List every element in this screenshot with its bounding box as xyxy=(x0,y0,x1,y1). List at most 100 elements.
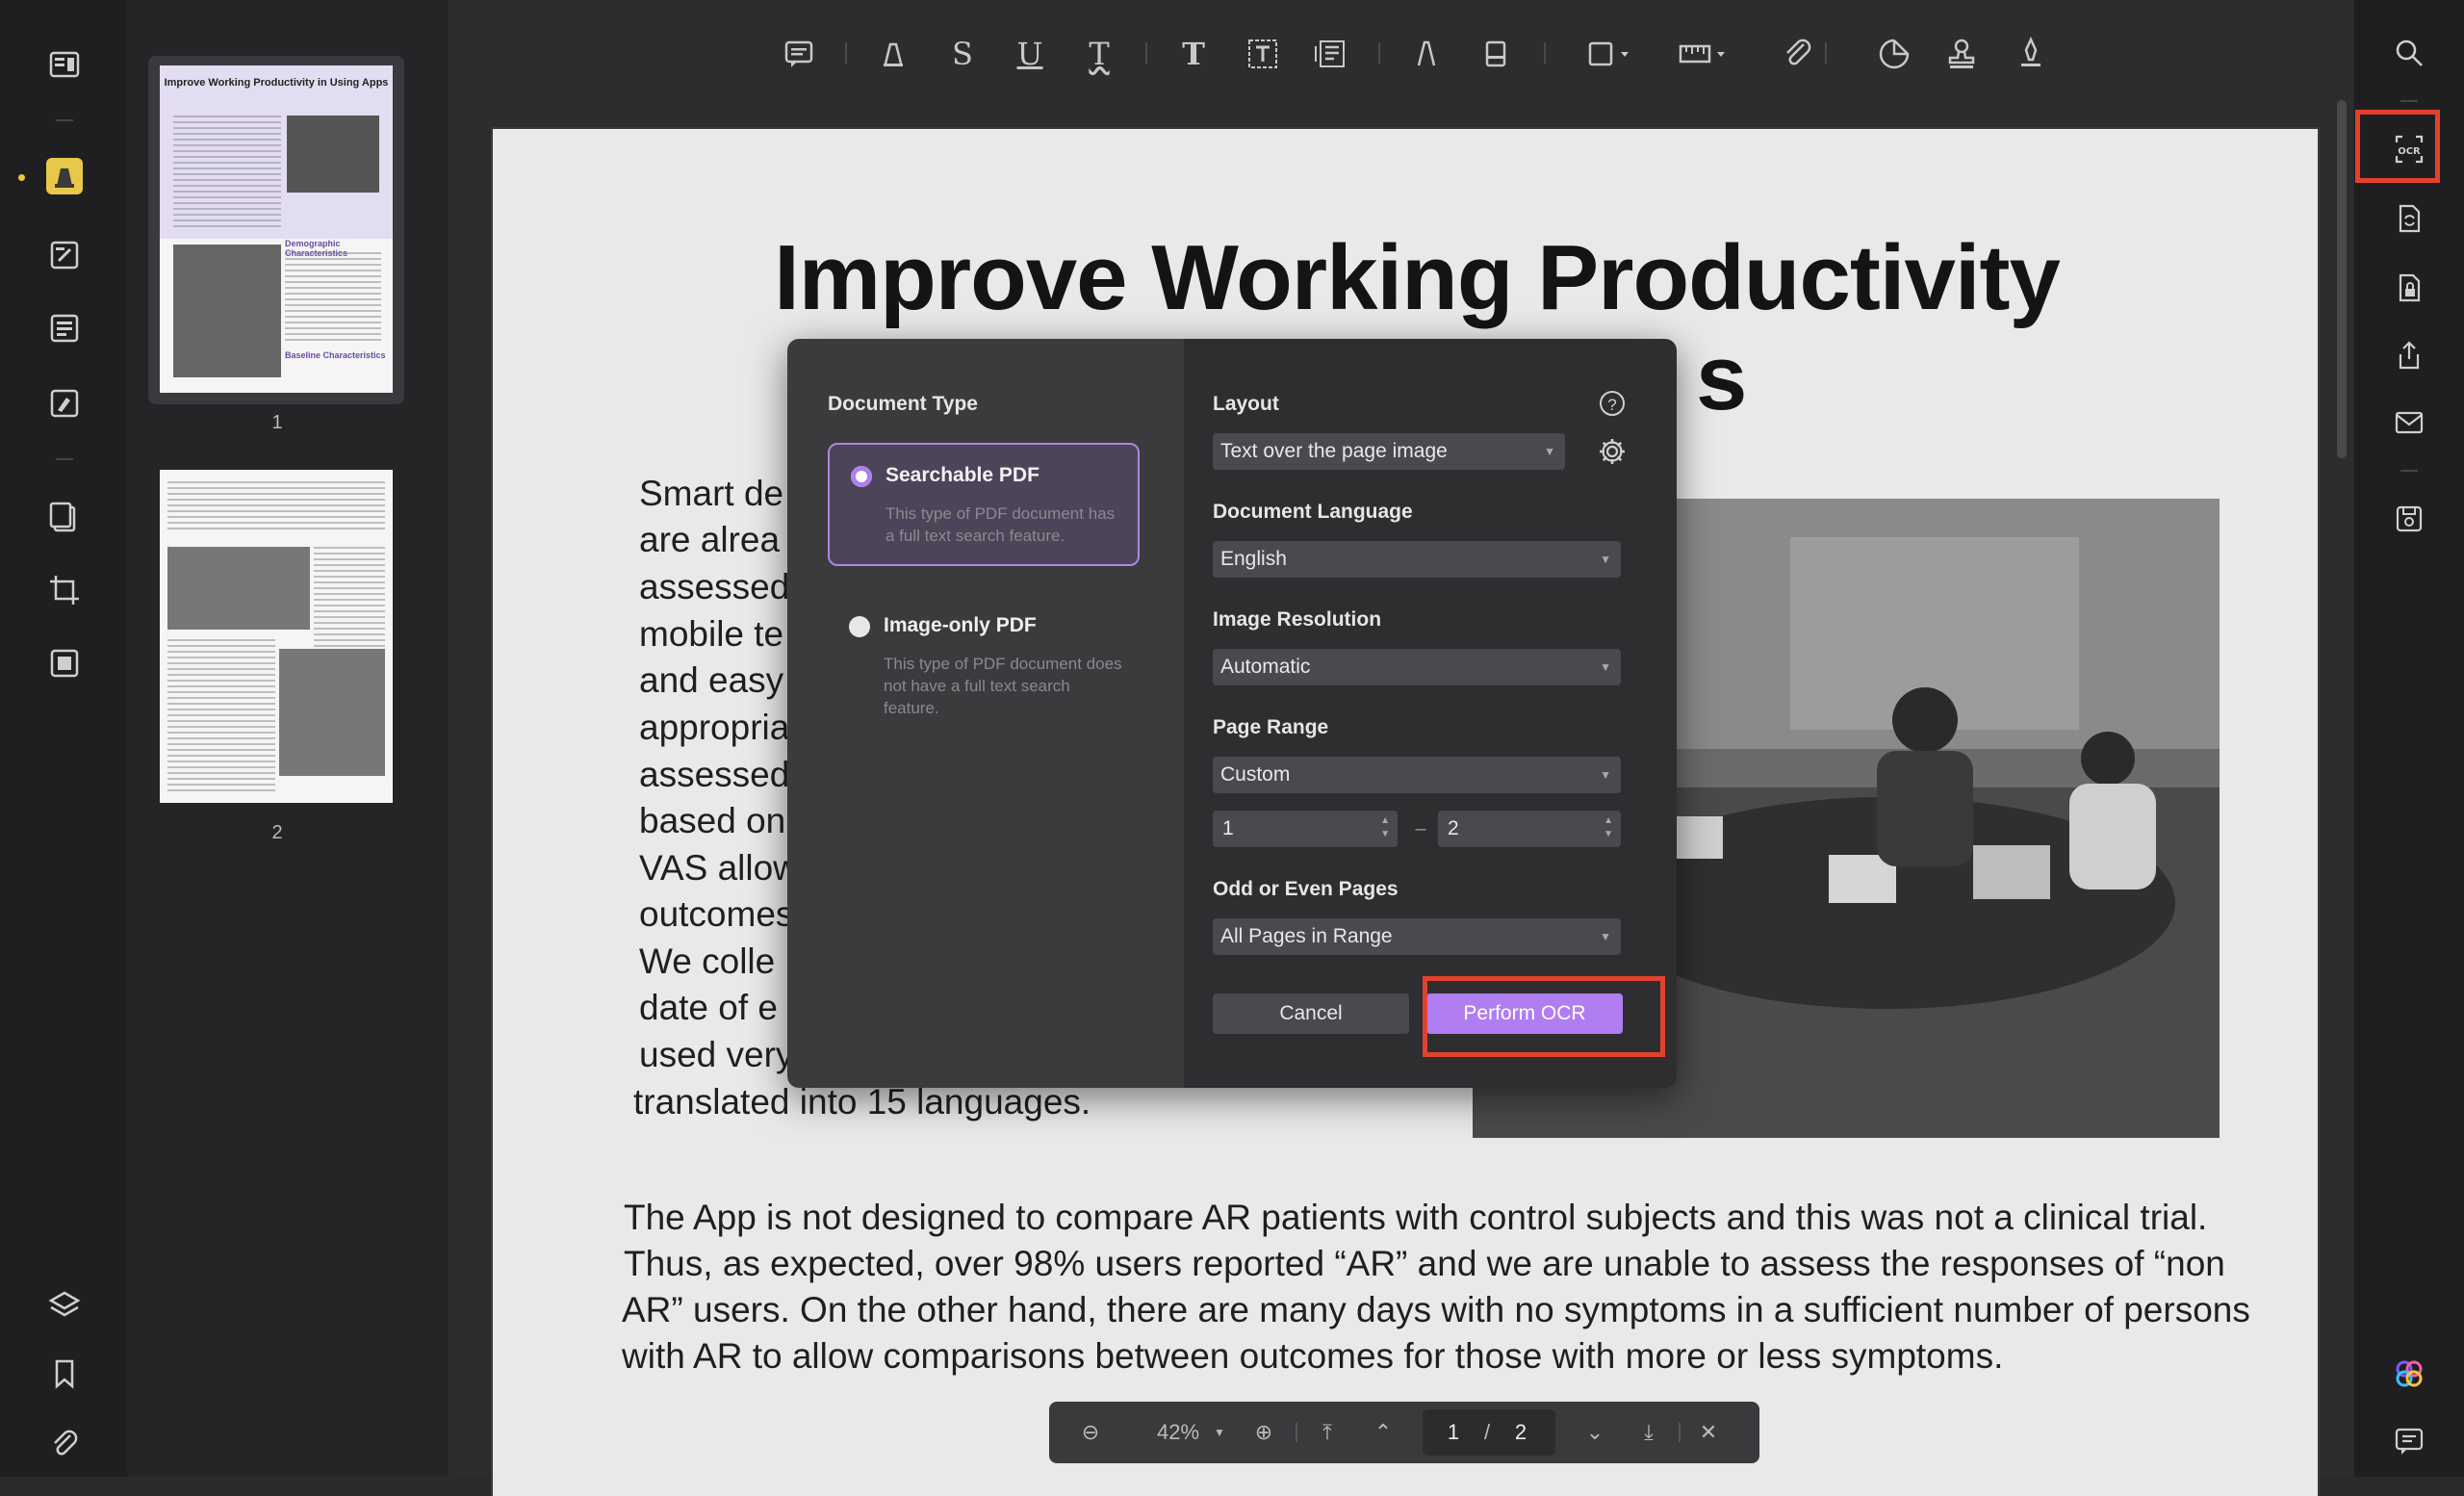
body-line: The App is not designed to compare AR pa… xyxy=(624,1198,2208,1237)
layers-icon[interactable] xyxy=(46,1286,83,1323)
body-line: Thus, as expected, over 98% users report… xyxy=(624,1244,2225,1283)
cancel-button[interactable]: Cancel xyxy=(1213,993,1409,1034)
range-from-stepper[interactable]: 1 ▲ ▼ xyxy=(1213,811,1398,847)
range-dash: – xyxy=(1415,818,1426,839)
body-line: VAS allow xyxy=(639,848,799,888)
attachment-icon[interactable] xyxy=(1779,35,1817,73)
page-range-select[interactable]: Custom ▼ xyxy=(1213,757,1621,793)
layout-label: Layout xyxy=(1213,393,1279,415)
page-separator: / xyxy=(1483,1420,1491,1444)
page-thumbnail-1[interactable]: Improve Working Productivity in Using Ap… xyxy=(160,65,393,393)
body-line: are alrea xyxy=(639,520,781,559)
body-line: translated into 15 languages. xyxy=(633,1082,1091,1122)
comment-mode-icon[interactable] xyxy=(46,158,83,194)
protect-file-icon[interactable] xyxy=(2387,266,2431,310)
page-range-value: Custom xyxy=(1220,763,1291,786)
edit-pdf-icon[interactable] xyxy=(46,237,83,273)
stepper-arrows-icon[interactable]: ▲ ▼ xyxy=(1604,814,1613,841)
thumb-photo xyxy=(167,547,310,630)
chevron-down-icon[interactable]: ▼ xyxy=(1205,1402,1234,1463)
eraser-icon[interactable] xyxy=(1476,35,1515,73)
protect-icon[interactable] xyxy=(46,645,83,682)
sticker-icon[interactable] xyxy=(1875,35,1913,73)
squiggly-icon[interactable]: T xyxy=(1080,35,1118,73)
pencil-icon[interactable] xyxy=(1407,35,1446,73)
comments-panel-icon[interactable] xyxy=(2387,1419,2431,1463)
save-icon[interactable] xyxy=(2387,497,2431,541)
layout-select[interactable]: Text over the page image ▼ xyxy=(1213,433,1565,470)
zoom-bar: ⊖ 42% ▼ ⊕ ⤒ ⌃ 1 / 2 ⌄ ⤓ ✕ xyxy=(1049,1402,1759,1463)
searchable-pdf-option[interactable]: Searchable PDF This type of PDF document… xyxy=(828,443,1140,566)
body-line: appropria xyxy=(639,708,790,747)
resolution-select[interactable]: Automatic ▼ xyxy=(1213,649,1621,685)
text-icon[interactable]: T xyxy=(1174,35,1213,73)
option-label: Image-only PDF xyxy=(884,614,1037,636)
zoom-out-icon[interactable]: ⊖ xyxy=(1074,1402,1107,1463)
current-page[interactable]: 1 xyxy=(1434,1402,1473,1463)
document-type-panel: Document Type Searchable PDF This type o… xyxy=(787,339,1184,1088)
active-indicator xyxy=(18,174,25,181)
radio-unselected-icon[interactable] xyxy=(849,616,870,637)
underline-icon[interactable]: U xyxy=(1011,35,1049,73)
body-line: mobile te xyxy=(639,614,784,654)
convert-icon[interactable] xyxy=(2387,196,2431,241)
language-value: English xyxy=(1220,548,1287,570)
zoom-in-icon[interactable]: ⊕ xyxy=(1247,1402,1280,1463)
page-range-label: Page Range xyxy=(1213,716,1329,738)
help-icon[interactable]: ? xyxy=(1600,391,1625,416)
body-line: date of e xyxy=(639,988,779,1027)
radio-selected-icon[interactable] xyxy=(851,466,872,487)
bookmark-icon[interactable] xyxy=(46,1355,83,1392)
range-to-stepper[interactable]: 2 ▲ ▼ xyxy=(1438,811,1621,847)
ai-assistant-icon[interactable] xyxy=(2387,1352,2431,1396)
option-description: This type of PDF document does not have … xyxy=(884,655,1122,717)
fill-sign-icon[interactable] xyxy=(46,385,83,422)
textbox-icon[interactable] xyxy=(1244,35,1282,73)
body-line: AR” users. On the other hand, there are … xyxy=(622,1290,2250,1329)
form-icon[interactable] xyxy=(46,310,83,347)
thumb-photo xyxy=(287,116,379,193)
shape-icon[interactable] xyxy=(1584,35,1642,73)
reader-mode-icon[interactable] xyxy=(46,46,83,83)
comment-icon[interactable] xyxy=(780,35,818,73)
thumb-photo xyxy=(173,245,281,377)
body-line: assessed xyxy=(639,567,790,606)
close-icon[interactable]: ✕ xyxy=(1692,1402,1725,1463)
document-type-title: Document Type xyxy=(828,393,978,415)
left-toolbar xyxy=(0,0,127,1477)
image-only-pdf-option[interactable]: Image-only PDF This type of PDF document… xyxy=(828,595,1140,717)
vertical-scrollbar[interactable] xyxy=(2337,100,2347,458)
highlight-icon[interactable] xyxy=(874,35,912,73)
email-icon[interactable] xyxy=(2387,400,2431,445)
strikethrough-icon[interactable]: S xyxy=(943,35,982,73)
previous-page-icon[interactable]: ⌃ xyxy=(1367,1402,1399,1463)
signature-icon[interactable] xyxy=(2012,35,2050,73)
page-thumbnail-2[interactable] xyxy=(160,470,393,803)
last-page-icon[interactable]: ⤓ xyxy=(1632,1402,1665,1463)
body-line: We colle xyxy=(639,941,776,981)
document-title-fragment: s xyxy=(1696,326,1748,429)
odd-even-value: All Pages in Range xyxy=(1220,925,1393,947)
search-icon[interactable] xyxy=(2387,31,2431,75)
measure-icon[interactable] xyxy=(1677,35,1734,73)
thumbnail-panel: Improve Working Productivity in Using Ap… xyxy=(127,0,449,1477)
gear-icon[interactable] xyxy=(1598,437,1627,466)
next-page-icon[interactable]: ⌄ xyxy=(1578,1402,1611,1463)
text-callout-icon[interactable] xyxy=(1311,35,1349,73)
attachment-panel-icon[interactable] xyxy=(46,1425,83,1461)
stepper-arrows-icon[interactable]: ▲ ▼ xyxy=(1380,814,1390,841)
page-label: 1 xyxy=(271,412,283,433)
option-label: Searchable PDF xyxy=(886,464,1040,486)
organize-pages-icon[interactable] xyxy=(46,499,83,535)
chevron-down-icon: ▼ xyxy=(1600,768,1611,782)
odd-even-select[interactable]: All Pages in Range ▼ xyxy=(1213,918,1621,955)
first-page-icon[interactable]: ⤒ xyxy=(1311,1402,1344,1463)
share-icon[interactable] xyxy=(2387,333,2431,377)
body-line: used very xyxy=(639,1035,794,1074)
crop-icon[interactable] xyxy=(46,572,83,608)
chevron-down-icon: ▼ xyxy=(1544,445,1555,458)
body-line: and easy xyxy=(639,660,784,700)
stamp-icon[interactable] xyxy=(1942,35,1981,73)
language-select[interactable]: English ▼ xyxy=(1213,541,1621,578)
document-title: Improve Working Productivity xyxy=(774,226,2061,329)
